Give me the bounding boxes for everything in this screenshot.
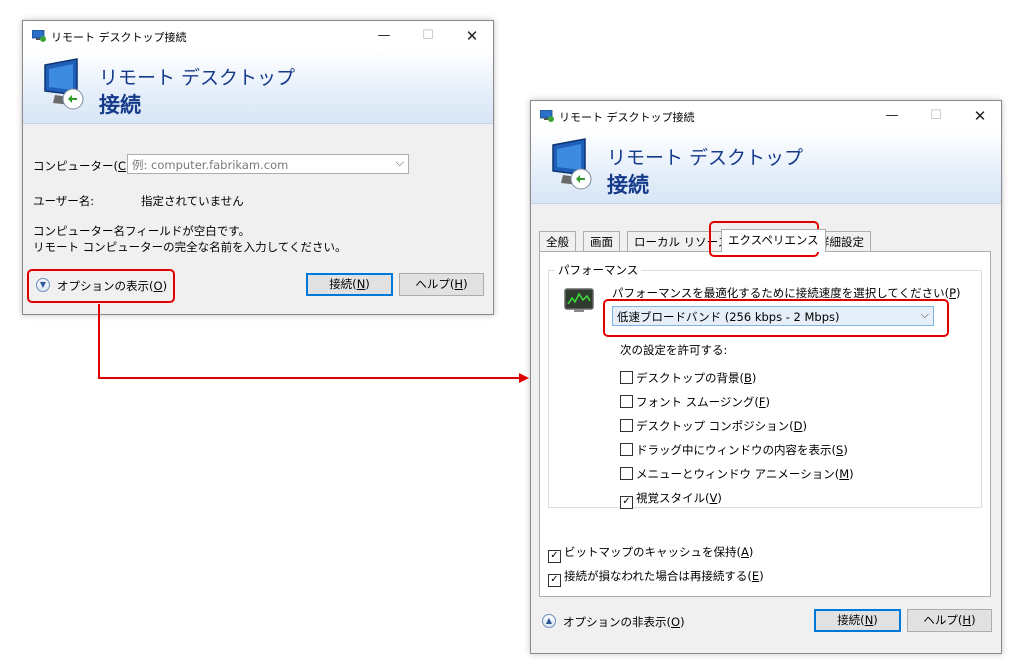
tab-experience[interactable]: エクスペリエンス [721, 229, 826, 252]
connector-arrow [98, 304, 529, 383]
